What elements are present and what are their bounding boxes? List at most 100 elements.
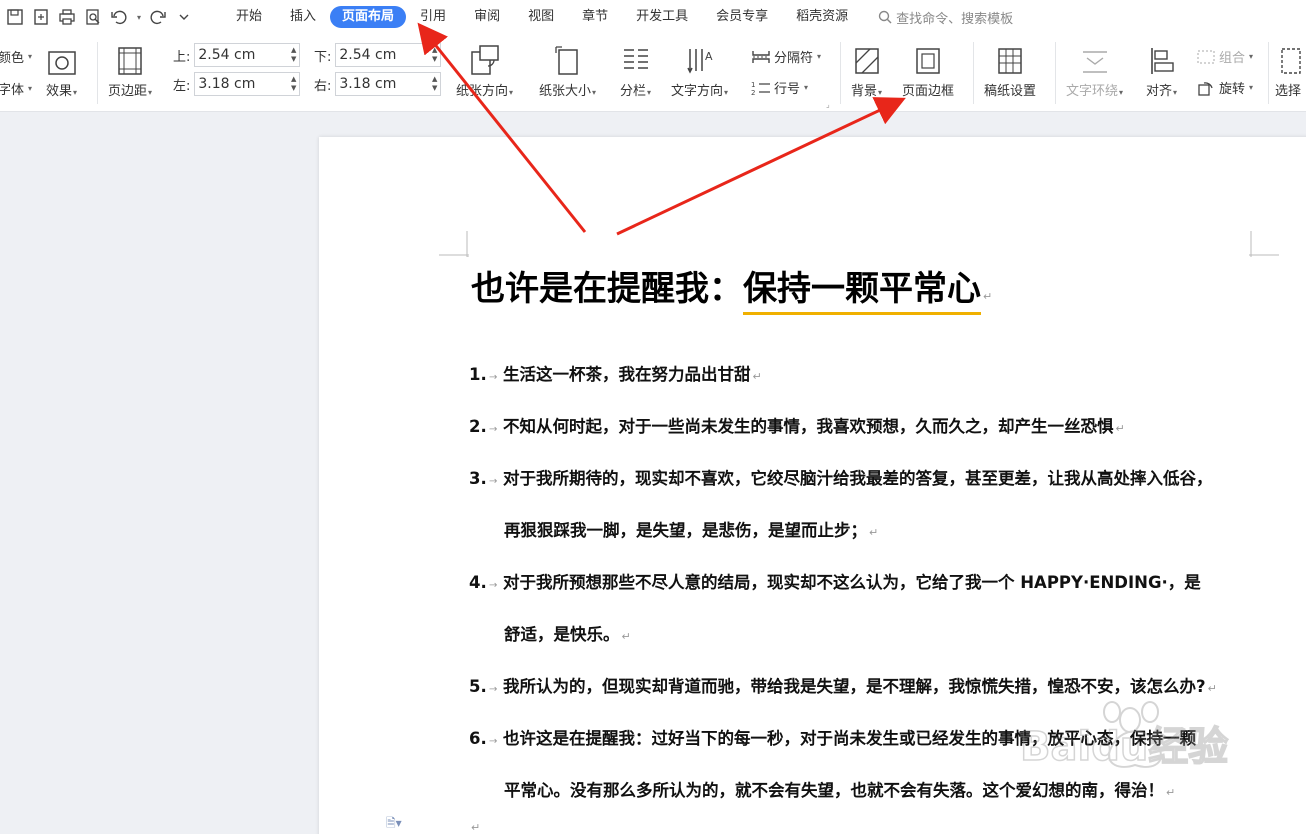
bottom-margin-value: 2.54 cm xyxy=(339,47,397,63)
right-margin-label: 右: xyxy=(314,78,332,94)
spinner-icon[interactable]: ▲ ▼ xyxy=(432,75,437,93)
undo-dropdown-icon[interactable]: ▾ xyxy=(137,13,141,22)
orientation-label: 纸张方向 xyxy=(456,84,509,99)
orientation-button[interactable]: 纸张方向▾ xyxy=(456,42,513,99)
tab-arrow-icon: → xyxy=(489,684,498,695)
select-label: 选择 xyxy=(1274,84,1301,99)
manuscript-settings-button[interactable]: 稿纸设置 xyxy=(984,42,1036,99)
separator xyxy=(840,42,841,104)
tab-review[interactable]: 审阅 xyxy=(460,6,514,28)
group-icon xyxy=(1197,50,1215,63)
list-text: 舒适，是快乐。 xyxy=(504,625,620,644)
spinner-icon[interactable]: ▲ ▼ xyxy=(291,75,296,93)
chevron-down-icon: ▾ xyxy=(1249,52,1254,61)
tab-docer[interactable]: 稻壳资源 xyxy=(782,6,862,28)
spinner-icon[interactable]: ▲ ▼ xyxy=(432,46,437,64)
bottom-margin-field: 下: 2.54 cm ▲ ▼ xyxy=(314,43,442,67)
list-item-continuation[interactable]: 舒适，是快乐。 ↵ xyxy=(504,621,631,645)
text-wrap-button[interactable]: 文字环绕▾ xyxy=(1066,42,1123,99)
print-preview-icon[interactable] xyxy=(84,8,102,26)
rotate-icon xyxy=(1198,81,1213,96)
save-icon[interactable] xyxy=(6,8,24,26)
manuscript-label: 稿纸设置 xyxy=(984,84,1037,99)
background-label: 背景 xyxy=(851,84,878,99)
text-wrap-label: 文字环绕 xyxy=(1066,84,1119,99)
tab-start[interactable]: 开始 xyxy=(222,6,276,28)
text-direction-button[interactable]: A 文字方向▾ xyxy=(671,42,728,99)
command-search[interactable]: 查找命令、搜索模板 xyxy=(878,8,1013,27)
effects-icon xyxy=(47,42,77,76)
chevron-down-icon: ▾ xyxy=(1119,88,1124,97)
columns-button[interactable]: 分栏▾ xyxy=(620,42,651,99)
left-margin-label: 左: xyxy=(173,78,191,94)
list-text: 对于我所期待的，现实却不喜欢，它绞尽脑汁给我最差的答复，甚至更差，让我从高处摔入… xyxy=(503,469,1213,488)
select-pane-button[interactable]: 选择 xyxy=(1274,42,1302,99)
left-margin-input[interactable]: 3.18 cm ▲ ▼ xyxy=(194,72,301,96)
tab-page-layout[interactable]: 页面布局 xyxy=(330,6,407,28)
paragraph-mark-icon: ↵ xyxy=(869,526,879,539)
list-item[interactable]: 1. → 生活这一杯茶，我在努力品出甘甜 ↵ xyxy=(469,361,762,385)
spinner-icon[interactable]: ▲ ▼ xyxy=(291,46,296,64)
redo-icon[interactable] xyxy=(149,8,167,26)
background-button[interactable]: 背景▾ xyxy=(851,42,882,99)
rotate-button[interactable]: 旋转 ▾ xyxy=(1196,78,1253,97)
tab-member[interactable]: 会员专享 xyxy=(702,6,782,28)
margin-corner-mark xyxy=(439,231,469,257)
effects-button[interactable]: 效果▾ xyxy=(46,42,77,99)
chevron-down-icon: ▾ xyxy=(148,88,153,97)
columns-label: 分栏 xyxy=(620,84,647,99)
list-item[interactable]: 2. → 不知从何时起，对于一些尚未发生的事情，我喜欢预想，久而久之，却产生一丝恐惧… xyxy=(469,413,1125,437)
margin-corner-mark xyxy=(1249,231,1279,257)
list-item[interactable]: 4. → 对于我所预想那些不尽人意的结局，现实却不这么认为，它给了我一个 HAPPY… xyxy=(469,569,1201,593)
baidu-logo-watermark: Baidu经验 xyxy=(1019,701,1229,771)
tab-arrow-icon: → xyxy=(489,736,498,747)
line-numbers-button[interactable]: 12 行号 ▾ xyxy=(751,78,808,98)
top-margin-input[interactable]: 2.54 cm ▲ ▼ xyxy=(194,43,301,67)
margins-button[interactable]: 页边距▾ xyxy=(108,42,152,99)
align-button[interactable]: 对齐▾ xyxy=(1146,42,1177,99)
document-title[interactable]: 也许是在提醒我：保持一颗平常心 ↵ xyxy=(471,261,992,310)
theme-fonts-label: 字体 xyxy=(0,83,25,98)
bottom-margin-input[interactable]: 2.54 cm ▲ ▼ xyxy=(335,43,442,67)
page-break-icon xyxy=(752,50,770,63)
list-item-continuation[interactable]: 再狠狠踩我一脚，是失望，是悲伤，是望而止步； ↵ xyxy=(504,517,878,541)
top-margin-field: 上: 2.54 cm ▲ ▼ xyxy=(173,43,301,67)
tab-insert[interactable]: 插入 xyxy=(276,6,330,28)
page-border-button[interactable]: 页面边框 xyxy=(902,42,954,99)
effects-label: 效果 xyxy=(46,84,73,99)
title-part-1: 也许是在提醒我： xyxy=(471,269,743,309)
print-icon[interactable] xyxy=(58,8,76,26)
chevron-down-icon: ▾ xyxy=(724,88,729,97)
page-setup-launcher-icon[interactable]: ⌟ xyxy=(826,100,830,109)
customize-toolbar-icon[interactable] xyxy=(175,8,193,26)
list-text: 生活这一杯茶，我在努力品出甘甜 xyxy=(503,365,751,384)
right-margin-input[interactable]: 3.18 cm ▲ ▼ xyxy=(335,72,442,96)
separator-button[interactable]: 分隔符 ▾ xyxy=(751,47,821,66)
group-button[interactable]: 组合 ▾ xyxy=(1196,47,1253,66)
paragraph-mark-icon: ↵ xyxy=(983,290,993,303)
paper-size-icon xyxy=(553,42,583,76)
tab-view[interactable]: 视图 xyxy=(514,6,568,28)
theme-fonts-button[interactable]: 字体 ▾ xyxy=(0,79,32,98)
list-number: 6. xyxy=(469,729,487,748)
chevron-down-icon: ▾ xyxy=(509,88,514,97)
right-margin-field: 右: 3.18 cm ▲ ▼ xyxy=(314,72,442,96)
paper-size-label: 纸张大小 xyxy=(539,84,592,99)
list-item[interactable]: 3. → 对于我所期待的，现实却不喜欢，它绞尽脑汁给我最差的答复，甚至更差，让我从高… xyxy=(469,465,1213,489)
list-text: 对于我所预想那些不尽人意的结局，现实却不这么认为，它给了我一个 HAPPY·EN… xyxy=(503,573,1201,592)
theme-colors-button[interactable]: 颜色 ▾ xyxy=(0,47,32,66)
document-quick-icon[interactable]: 🗎▾ xyxy=(386,814,402,834)
export-pdf-icon[interactable] xyxy=(32,8,50,26)
tab-references[interactable]: 引用 xyxy=(406,6,460,28)
tab-developer[interactable]: 开发工具 xyxy=(622,6,702,28)
chevron-down-icon: ▾ xyxy=(1173,88,1178,97)
undo-icon[interactable] xyxy=(110,8,128,26)
paragraph-mark-icon: ↵ xyxy=(1115,422,1125,435)
chevron-down-icon: ▾ xyxy=(73,88,78,97)
align-icon xyxy=(1148,42,1176,76)
tab-chapter[interactable]: 章节 xyxy=(568,6,622,28)
page-orientation-icon xyxy=(468,42,502,76)
list-number: 4. xyxy=(469,573,487,592)
line-numbers-icon: 12 xyxy=(751,81,770,96)
paper-size-button[interactable]: 纸张大小▾ xyxy=(539,42,596,99)
